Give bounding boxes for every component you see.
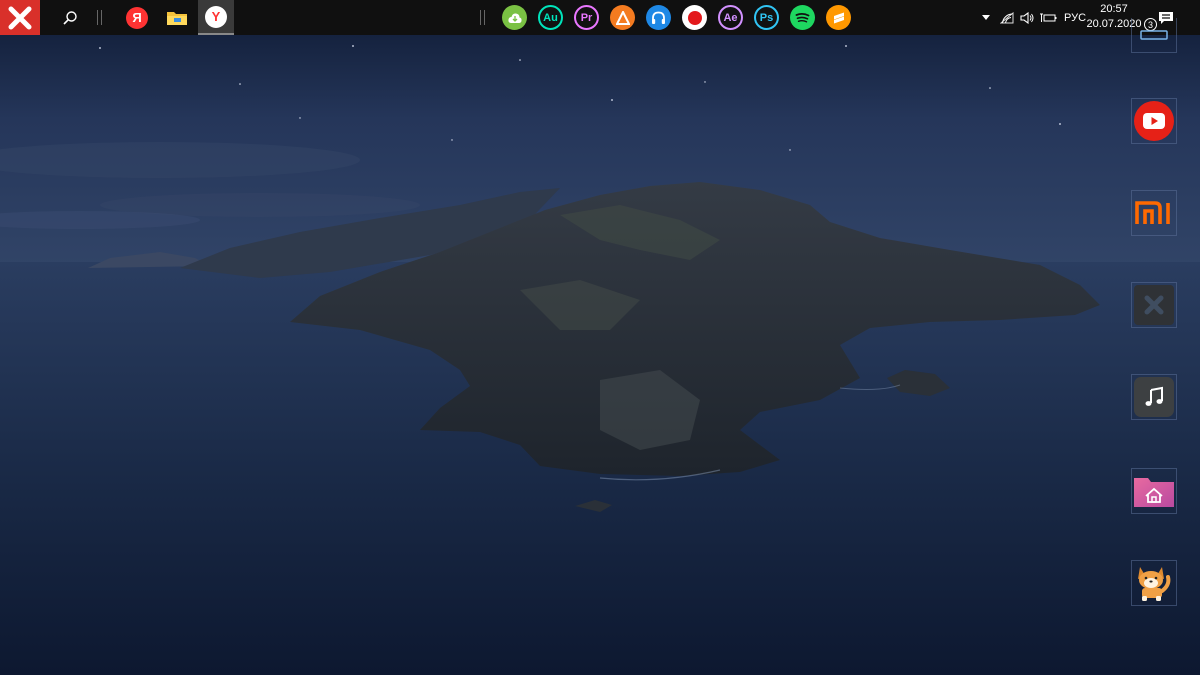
desktop-shortcut-shiba[interactable] [1131,560,1177,606]
shiba-dog-icon [1138,567,1171,601]
tray-app-audition[interactable]: Au [538,5,563,30]
yandex-icon: Я [126,6,148,29]
search-button[interactable] [55,0,85,35]
record-icon [687,10,702,25]
tray-app-screen-recorder[interactable] [682,5,707,30]
tray-app-download-manager[interactable] [502,5,527,30]
drive-icon [1140,30,1168,40]
cloud-download-icon [507,12,522,23]
headphones-icon [652,11,665,24]
taskbar-separator [101,10,102,25]
taskbar-separator [97,10,98,25]
language-label: РУС [1063,11,1087,24]
desktop-shortcut-youtube[interactable] [1131,98,1177,144]
volume-button[interactable] [1018,0,1036,35]
search-icon [63,10,77,25]
speaker-icon [1020,11,1034,24]
desktop-wallpaper [0,0,1200,675]
youtube-icon [1134,101,1174,141]
tray-app-after-effects[interactable]: Ae [718,5,743,30]
tray-app-aimp[interactable] [610,5,635,30]
battery-icon [1040,13,1057,22]
taskbar-app-file-explorer[interactable] [160,0,194,35]
taskbar-app-yandex-browser[interactable]: Y [198,0,234,35]
tray-app-photoshop[interactable]: Ps [754,5,779,30]
spotify-icon [795,12,810,22]
battery-button[interactable] [1038,0,1058,35]
taskbar-separator [484,10,485,25]
desktop-shortcut-partial[interactable] [1131,18,1177,53]
tray-app-headphones[interactable] [646,5,671,30]
show-hidden-icons-button[interactable] [980,0,992,35]
desktop-shortcut-app[interactable] [1131,282,1177,328]
xiaomi-mi-icon [1135,201,1170,224]
chevron-down-icon [982,15,990,20]
x-app-icon [1134,285,1174,325]
sublime-icon [833,12,844,23]
home-folder-icon [1134,478,1174,507]
desktop-shortcut-home-folder[interactable] [1131,468,1177,514]
folder-icon [167,11,187,25]
taskbar-app-yandex[interactable]: Я [120,0,154,35]
taskbar: Я Y Au Pr Ae Ps РУС 20:57 20.07.2020 3 [0,0,1200,35]
close-x-icon [8,6,32,29]
triangle-a-icon [615,10,630,25]
network-button[interactable] [998,0,1016,35]
start-button[interactable] [0,0,40,35]
yandex-browser-icon: Y [205,5,227,28]
wifi-icon [1000,11,1014,23]
taskbar-separator [480,10,481,25]
tray-app-sublime-text[interactable] [826,5,851,30]
music-note-icon [1134,377,1174,417]
desktop-shortcut-xiaomi[interactable] [1131,190,1177,236]
desktop-shortcut-music[interactable] [1131,374,1177,420]
tray-app-spotify[interactable] [790,5,815,30]
clock-time: 20:57 [1100,3,1128,15]
tray-app-premiere[interactable]: Pr [574,5,599,30]
